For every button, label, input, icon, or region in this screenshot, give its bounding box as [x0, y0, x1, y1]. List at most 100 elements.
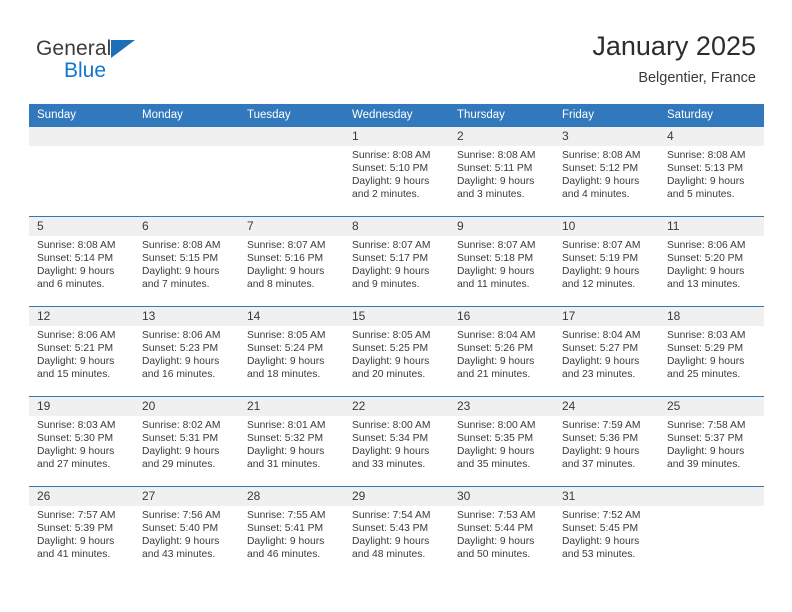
calendar-day-cell[interactable]: 24 Sunrise: 7:59 AM Sunset: 5:36 PM Dayligh… [554, 396, 659, 487]
sunset-text: Sunset: 5:20 PM [667, 253, 744, 265]
calendar-day-cell[interactable]: 23 Sunrise: 8:00 AM Sunset: 5:35 PM Dayligh… [449, 396, 554, 487]
sunset-text: Sunset: 5:41 PM [247, 523, 324, 535]
calendar-day-cell[interactable]: 10 Sunrise: 8:07 AM Sunset: 5:19 PM Dayligh… [554, 216, 659, 307]
calendar-day-cell[interactable]: 5 Sunrise: 8:08 AM Sunset: 5:14 PM Daylight… [29, 216, 134, 307]
calendar-day-cell[interactable]: 7 Sunrise: 8:07 AM Sunset: 5:16 PM Daylight… [239, 216, 344, 307]
day-details: Sunrise: 8:08 AM Sunset: 5:15 PM Daylight:… [134, 236, 239, 291]
calendar-day-cell[interactable]: 12 Sunrise: 8:06 AM Sunset: 5:21 PM Dayligh… [29, 306, 134, 397]
day-details: Sunrise: 8:05 AM Sunset: 5:25 PM Daylight:… [344, 326, 449, 381]
sunrise-text: Sunrise: 8:06 AM [667, 240, 746, 251]
day-number: 31 [554, 487, 659, 506]
sunrise-text: Sunrise: 8:07 AM [247, 240, 326, 251]
day-number: 22 [344, 397, 449, 416]
sunrise-text: Sunrise: 8:06 AM [37, 330, 116, 341]
sunrise-text: Sunrise: 8:08 AM [457, 150, 536, 161]
sunset-text: Sunset: 5:12 PM [562, 163, 639, 175]
sunrise-text: Sunrise: 8:05 AM [247, 330, 326, 341]
calendar-day-cell[interactable]: 19 Sunrise: 8:03 AM Sunset: 5:30 PM Dayligh… [29, 396, 134, 487]
weekday-header-wednesday: Wednesday [344, 104, 449, 127]
calendar-day-cell[interactable]: 9 Sunrise: 8:07 AM Sunset: 5:18 PM Daylight… [449, 216, 554, 307]
calendar-day-cell[interactable]: 31 Sunrise: 7:52 AM Sunset: 5:45 PM Dayligh… [554, 486, 659, 576]
daylight-text: Daylight: 9 hours and 4 minutes. [562, 176, 640, 201]
sunset-text: Sunset: 5:11 PM [457, 163, 533, 175]
calendar-day-cell[interactable]: 13 Sunrise: 8:06 AM Sunset: 5:23 PM Dayligh… [134, 306, 239, 397]
brand-logo[interactable]: General Blue [36, 36, 236, 90]
daylight-text: Daylight: 9 hours and 50 minutes. [457, 536, 535, 561]
sunset-text: Sunset: 5:15 PM [142, 253, 219, 265]
sunrise-text: Sunrise: 8:00 AM [457, 420, 536, 431]
day-number: 27 [134, 487, 239, 506]
calendar-day-cell[interactable]: 8 Sunrise: 8:07 AM Sunset: 5:17 PM Daylight… [344, 216, 449, 307]
day-number: 28 [239, 487, 344, 506]
daylight-text: Daylight: 9 hours and 43 minutes. [142, 536, 220, 561]
calendar-day-cell[interactable]: 22 Sunrise: 8:00 AM Sunset: 5:34 PM Dayligh… [344, 396, 449, 487]
page-header: General Blue January 2025 Belgentier, Fr… [0, 0, 792, 104]
sunset-text: Sunset: 5:31 PM [142, 433, 219, 445]
daylight-text: Daylight: 9 hours and 18 minutes. [247, 356, 325, 381]
sunrise-text: Sunrise: 8:00 AM [352, 420, 431, 431]
day-cell-inner: 29 Sunrise: 7:54 AM Sunset: 5:43 PM Dayligh… [344, 487, 449, 576]
calendar-day-cell[interactable]: 17 Sunrise: 8:04 AM Sunset: 5:27 PM Dayligh… [554, 306, 659, 397]
sunrise-text: Sunrise: 8:08 AM [667, 150, 746, 161]
day-cell-inner: 28 Sunrise: 7:55 AM Sunset: 5:41 PM Dayligh… [239, 487, 344, 576]
daylight-text: Daylight: 9 hours and 27 minutes. [37, 446, 115, 471]
day-cell-inner: 25 Sunrise: 7:58 AM Sunset: 5:37 PM Dayligh… [659, 397, 764, 486]
day-details: Sunrise: 7:56 AM Sunset: 5:40 PM Daylight:… [134, 506, 239, 561]
sunset-text: Sunset: 5:21 PM [37, 343, 114, 355]
calendar-day-cell[interactable]: 6 Sunrise: 8:08 AM Sunset: 5:15 PM Daylight… [134, 216, 239, 307]
weekday-header-saturday: Saturday [659, 104, 764, 127]
day-details: Sunrise: 8:01 AM Sunset: 5:32 PM Daylight:… [239, 416, 344, 471]
sunrise-text: Sunrise: 7:57 AM [37, 510, 116, 521]
day-number [239, 127, 344, 146]
sunrise-text: Sunrise: 7:53 AM [457, 510, 536, 521]
day-number: 30 [449, 487, 554, 506]
sunset-text: Sunset: 5:34 PM [352, 433, 429, 445]
daylight-text: Daylight: 9 hours and 37 minutes. [562, 446, 640, 471]
calendar-day-cell [659, 486, 764, 576]
day-number [134, 127, 239, 146]
calendar-day-cell[interactable]: 21 Sunrise: 8:01 AM Sunset: 5:32 PM Dayligh… [239, 396, 344, 487]
sunset-text: Sunset: 5:44 PM [457, 523, 534, 535]
calendar-day-cell[interactable]: 25 Sunrise: 7:58 AM Sunset: 5:37 PM Dayligh… [659, 396, 764, 487]
sunrise-text: Sunrise: 8:08 AM [142, 240, 221, 251]
calendar-day-cell[interactable]: 2 Sunrise: 8:08 AM Sunset: 5:11 PM Daylight… [449, 127, 554, 217]
daylight-text: Daylight: 9 hours and 5 minutes. [667, 176, 745, 201]
sunset-text: Sunset: 5:17 PM [352, 253, 429, 265]
day-number: 25 [659, 397, 764, 416]
day-cell-inner: 30 Sunrise: 7:53 AM Sunset: 5:44 PM Dayligh… [449, 487, 554, 576]
calendar-day-cell[interactable]: 27 Sunrise: 7:56 AM Sunset: 5:40 PM Dayligh… [134, 486, 239, 576]
sunset-text: Sunset: 5:43 PM [352, 523, 429, 535]
calendar-day-cell[interactable]: 18 Sunrise: 8:03 AM Sunset: 5:29 PM Dayligh… [659, 306, 764, 397]
sunrise-text: Sunrise: 7:56 AM [142, 510, 221, 521]
calendar-day-cell[interactable]: 14 Sunrise: 8:05 AM Sunset: 5:24 PM Dayligh… [239, 306, 344, 397]
calendar-day-cell[interactable]: 11 Sunrise: 8:06 AM Sunset: 5:20 PM Dayligh… [659, 216, 764, 307]
calendar-day-cell[interactable]: 20 Sunrise: 8:02 AM Sunset: 5:31 PM Dayligh… [134, 396, 239, 487]
sunrise-text: Sunrise: 7:58 AM [667, 420, 746, 431]
sunset-text: Sunset: 5:10 PM [352, 163, 429, 175]
sunrise-text: Sunrise: 8:04 AM [562, 330, 641, 341]
calendar-day-cell[interactable]: 16 Sunrise: 8:04 AM Sunset: 5:26 PM Dayligh… [449, 306, 554, 397]
calendar-day-cell[interactable]: 3 Sunrise: 8:08 AM Sunset: 5:12 PM Daylight… [554, 127, 659, 217]
day-cell-inner: 4 Sunrise: 8:08 AM Sunset: 5:13 PM Daylight… [659, 127, 764, 216]
calendar-day-cell[interactable]: 28 Sunrise: 7:55 AM Sunset: 5:41 PM Dayligh… [239, 486, 344, 576]
sunset-text: Sunset: 5:35 PM [457, 433, 534, 445]
day-details: Sunrise: 8:07 AM Sunset: 5:19 PM Daylight:… [554, 236, 659, 291]
daylight-text: Daylight: 9 hours and 12 minutes. [562, 266, 640, 291]
day-cell-inner: 5 Sunrise: 8:08 AM Sunset: 5:14 PM Daylight… [29, 217, 134, 306]
day-details: Sunrise: 8:06 AM Sunset: 5:23 PM Daylight:… [134, 326, 239, 381]
day-cell-inner: 20 Sunrise: 8:02 AM Sunset: 5:31 PM Dayligh… [134, 397, 239, 486]
calendar-day-cell[interactable]: 1 Sunrise: 8:08 AM Sunset: 5:10 PM Daylight… [344, 127, 449, 217]
day-number: 12 [29, 307, 134, 326]
day-details: Sunrise: 7:52 AM Sunset: 5:45 PM Daylight:… [554, 506, 659, 561]
calendar-day-cell[interactable]: 15 Sunrise: 8:05 AM Sunset: 5:25 PM Dayligh… [344, 306, 449, 397]
day-details: Sunrise: 8:08 AM Sunset: 5:11 PM Daylight:… [449, 146, 554, 201]
calendar-day-cell[interactable]: 26 Sunrise: 7:57 AM Sunset: 5:39 PM Dayligh… [29, 486, 134, 576]
calendar-day-cell [239, 127, 344, 217]
day-cell-inner: 15 Sunrise: 8:05 AM Sunset: 5:25 PM Dayligh… [344, 307, 449, 396]
calendar-day-cell[interactable]: 29 Sunrise: 7:54 AM Sunset: 5:43 PM Dayligh… [344, 486, 449, 576]
calendar-day-cell[interactable]: 30 Sunrise: 7:53 AM Sunset: 5:44 PM Dayligh… [449, 486, 554, 576]
day-cell-inner: 26 Sunrise: 7:57 AM Sunset: 5:39 PM Dayligh… [29, 487, 134, 576]
daylight-text: Daylight: 9 hours and 41 minutes. [37, 536, 115, 561]
sunset-text: Sunset: 5:24 PM [247, 343, 324, 355]
calendar-day-cell[interactable]: 4 Sunrise: 8:08 AM Sunset: 5:13 PM Daylight… [659, 127, 764, 217]
